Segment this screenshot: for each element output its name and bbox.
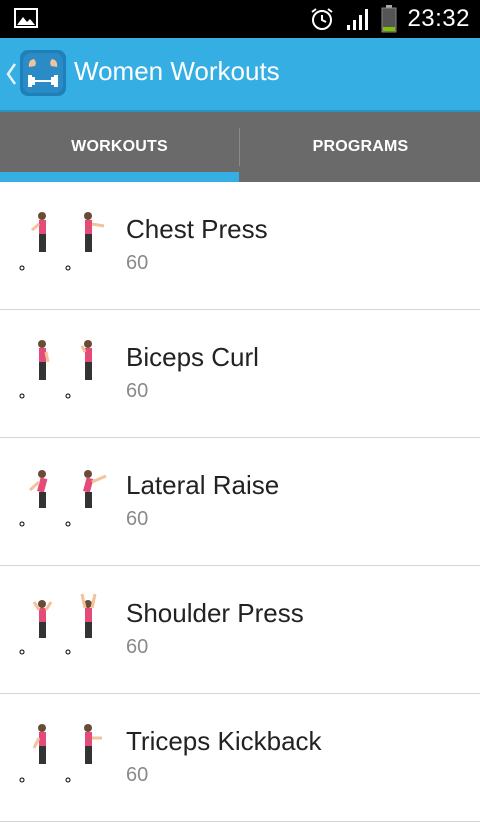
exercise-thumbnail-icon xyxy=(19,212,105,271)
tab-programs[interactable]: PROGRAMS xyxy=(241,112,480,182)
exercise-thumbnail-icon xyxy=(19,470,107,527)
workout-value: 60 xyxy=(126,252,149,274)
tab-divider xyxy=(239,128,240,166)
workout-name: Lateral Raise xyxy=(126,470,280,500)
workout-value: 60 xyxy=(126,380,149,402)
workout-list: Chest Press 60 Biceps Curl 60 Lateral Ra… xyxy=(0,182,480,822)
list-item[interactable]: Lateral Raise 60 xyxy=(0,438,480,566)
back-chevron-icon[interactable] xyxy=(4,60,18,88)
alarm-icon xyxy=(311,8,334,30)
list-item[interactable]: Chest Press 60 xyxy=(0,182,480,310)
list-item[interactable]: Triceps Kickback 60 xyxy=(0,694,480,822)
workout-name: Triceps Kickback xyxy=(126,726,322,756)
status-time: 23:32 xyxy=(407,5,470,32)
app-logo-icon[interactable] xyxy=(20,50,66,96)
action-bar: Women Workouts xyxy=(0,38,480,112)
app-title: Women Workouts xyxy=(74,56,280,86)
exercise-thumbnail-icon xyxy=(19,340,92,399)
workout-value: 60 xyxy=(126,764,149,786)
exercise-thumbnail-icon xyxy=(19,593,97,655)
exercise-thumbnail-icon xyxy=(19,724,102,783)
status-bar: 23:32 xyxy=(0,0,480,38)
tab-selected-indicator xyxy=(0,172,239,182)
list-item[interactable]: Biceps Curl 60 xyxy=(0,310,480,438)
workout-value: 60 xyxy=(126,636,149,658)
signal-icon xyxy=(347,9,369,30)
picture-icon xyxy=(14,8,38,28)
workout-name: Shoulder Press xyxy=(126,598,304,628)
list-item[interactable]: Shoulder Press 60 xyxy=(0,566,480,694)
battery-icon xyxy=(381,5,397,33)
workout-value: 60 xyxy=(126,508,149,530)
workout-name: Biceps Curl xyxy=(126,342,259,372)
workout-name: Chest Press xyxy=(126,214,268,244)
